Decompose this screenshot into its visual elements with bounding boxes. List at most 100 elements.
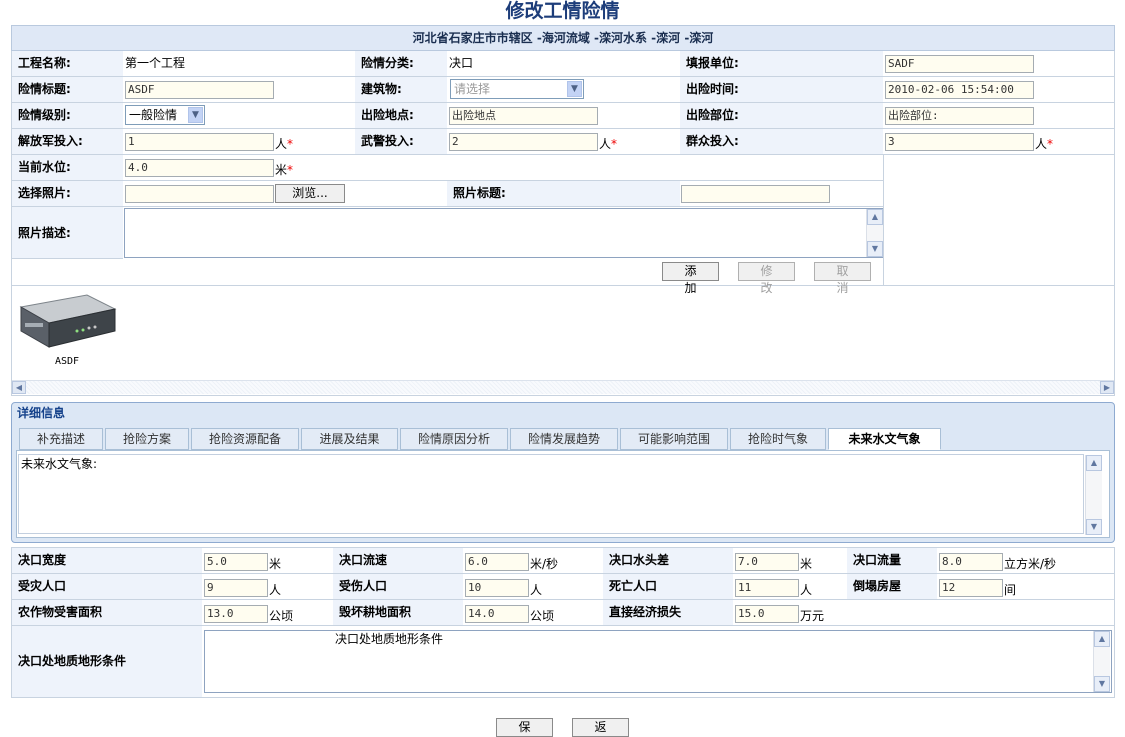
scroll-left-icon[interactable]: ◀ (12, 381, 26, 394)
tab-future-hydro[interactable]: 未来水文气象 (828, 428, 941, 450)
public-unit: 人* (1035, 137, 1054, 151)
tab-resource[interactable]: 抢险资源配备 (191, 428, 299, 450)
photo-caption: ASDF (54, 356, 80, 367)
crop-input[interactable]: 13.0 (204, 605, 268, 623)
photo-label: 选择照片: (12, 181, 123, 207)
chevron-down-icon: ▼ (188, 107, 203, 123)
affected-label: 受灾人口 (12, 574, 202, 600)
army-label: 解放军投入: (12, 129, 123, 155)
breach-head-input[interactable]: 7.0 (735, 553, 799, 571)
report-unit-input[interactable]: SADF (885, 55, 1034, 73)
farmland-unit: 公顷 (530, 609, 555, 623)
danger-class-label: 险情分类: (355, 51, 447, 77)
houses-input[interactable]: 12 (939, 579, 1003, 597)
danger-part-label: 出险部位: (680, 103, 883, 129)
browse-button[interactable]: 浏览... (275, 184, 345, 203)
army-input[interactable]: 1 (125, 133, 274, 151)
photo-title-label: 照片标题: (447, 181, 680, 207)
danger-place-input[interactable]: 出险地点 (449, 107, 598, 125)
loss-label: 直接经济损失 (603, 600, 733, 626)
modify-button[interactable]: 修 改 (738, 262, 795, 295)
tab-supplement[interactable]: 补充描述 (19, 428, 103, 450)
injured-input[interactable]: 10 (465, 579, 529, 597)
houses-label: 倒塌房屋 (847, 574, 937, 600)
location-bar: 河北省石家庄市市辖区 -海河流域 -滦河水系 -滦河 -滦河 (11, 25, 1115, 51)
photo-desc-textarea[interactable] (124, 208, 884, 258)
danger-time-input[interactable]: 2010-02-06 15:54:00 (885, 81, 1034, 99)
geology-textarea[interactable]: 决口处地质地形条件 (204, 630, 1112, 693)
report-unit-label: 填报单位: (680, 51, 883, 77)
scroll-up-icon[interactable]: ▲ (1094, 631, 1110, 647)
photo-file-input[interactable] (125, 185, 274, 203)
scroll-down-icon[interactable]: ▼ (1086, 519, 1102, 535)
police-unit: 人* (599, 137, 618, 151)
danger-level-select[interactable]: 一般险情 ▼ (125, 105, 205, 125)
photo-title-input[interactable] (681, 185, 830, 203)
loss-input[interactable]: 15.0 (735, 605, 799, 623)
chevron-down-icon: ▼ (567, 81, 582, 97)
tab-progress[interactable]: 进展及结果 (301, 428, 398, 450)
public-input[interactable]: 3 (885, 133, 1034, 151)
affected-input[interactable]: 9 (204, 579, 268, 597)
detail-scrollbar[interactable]: ▲ ▼ (1085, 455, 1102, 535)
photo-thumbnail[interactable] (17, 291, 117, 353)
detail-heading: 详细信息 (17, 406, 66, 420)
detail-textarea[interactable]: 未来水文气象: (18, 454, 1084, 534)
dead-label: 死亡人口 (603, 574, 733, 600)
building-select-text: 请选择 (454, 82, 491, 96)
danger-part-input[interactable]: 出险部位: (885, 107, 1034, 125)
tab-impact[interactable]: 可能影响范围 (620, 428, 728, 450)
danger-place-label: 出险地点: (355, 103, 447, 129)
tab-cause[interactable]: 险情原因分析 (400, 428, 508, 450)
loss-unit: 万元 (800, 609, 825, 623)
breach-flow-input[interactable]: 8.0 (939, 553, 1003, 571)
back-button[interactable]: 返 回 (572, 718, 629, 737)
building-label: 建筑物: (355, 77, 447, 103)
breach-width-input[interactable]: 5.0 (204, 553, 268, 571)
scroll-up-icon[interactable]: ▲ (1086, 455, 1102, 471)
affected-unit: 人 (269, 583, 282, 597)
geology-scrollbar[interactable]: ▲ ▼ (1093, 631, 1110, 692)
dead-input[interactable]: 11 (735, 579, 799, 597)
scroll-down-icon[interactable]: ▼ (867, 241, 883, 257)
danger-time-label: 出险时间: (680, 77, 883, 103)
tab-weather[interactable]: 抢险时气象 (730, 428, 826, 450)
scroll-down-icon[interactable]: ▼ (1094, 676, 1110, 692)
danger-level-select-text: 一般险情 (129, 108, 178, 122)
cancel-button[interactable]: 取 消 (814, 262, 871, 295)
breach-flow-unit: 立方米/秒 (1004, 557, 1057, 571)
crop-unit: 公顷 (269, 609, 294, 623)
building-select[interactable]: 请选择 ▼ (450, 79, 584, 99)
water-level-label: 当前水位: (12, 155, 123, 181)
scroll-up-icon[interactable]: ▲ (867, 209, 883, 225)
danger-class-value: 决口 (447, 51, 680, 77)
breach-velocity-input[interactable]: 6.0 (465, 553, 529, 571)
page-title: 修改工情险情 (505, 0, 620, 22)
danger-title-input[interactable]: ASDF (125, 81, 274, 99)
project-name-label: 工程名称: (12, 51, 123, 77)
photo-desc-label: 照片描述: (12, 207, 123, 259)
farmland-input[interactable]: 14.0 (465, 605, 529, 623)
breach-width-unit: 米 (269, 557, 282, 571)
geology-label: 决口处地质地形条件 (12, 626, 202, 697)
water-level-unit: 米* (275, 163, 294, 177)
injured-unit: 人 (530, 583, 543, 597)
water-level-input[interactable]: 4.0 (125, 159, 274, 177)
photo-desc-scrollbar[interactable]: ▲ ▼ (866, 209, 883, 257)
police-label: 武警投入: (355, 129, 447, 155)
breach-velocity-label: 决口流速 (333, 548, 463, 574)
injured-label: 受伤人口 (333, 574, 463, 600)
tab-rescue-plan[interactable]: 抢险方案 (105, 428, 189, 450)
tab-trend[interactable]: 险情发展趋势 (510, 428, 618, 450)
dead-unit: 人 (800, 583, 813, 597)
scroll-right-icon[interactable]: ▶ (1100, 381, 1114, 394)
gallery-scrollbar[interactable]: ◀ ▶ (12, 380, 1114, 394)
save-button[interactable]: 保 存 (496, 718, 553, 737)
breach-flow-label: 决口流量 (847, 548, 937, 574)
crop-label: 农作物受害面积 (12, 600, 202, 626)
add-button[interactable]: 添 加 (662, 262, 719, 295)
police-input[interactable]: 2 (449, 133, 598, 151)
danger-level-label: 险情级别: (12, 103, 123, 129)
public-label: 群众投入: (680, 129, 883, 155)
danger-title-label: 险情标题: (12, 77, 123, 103)
